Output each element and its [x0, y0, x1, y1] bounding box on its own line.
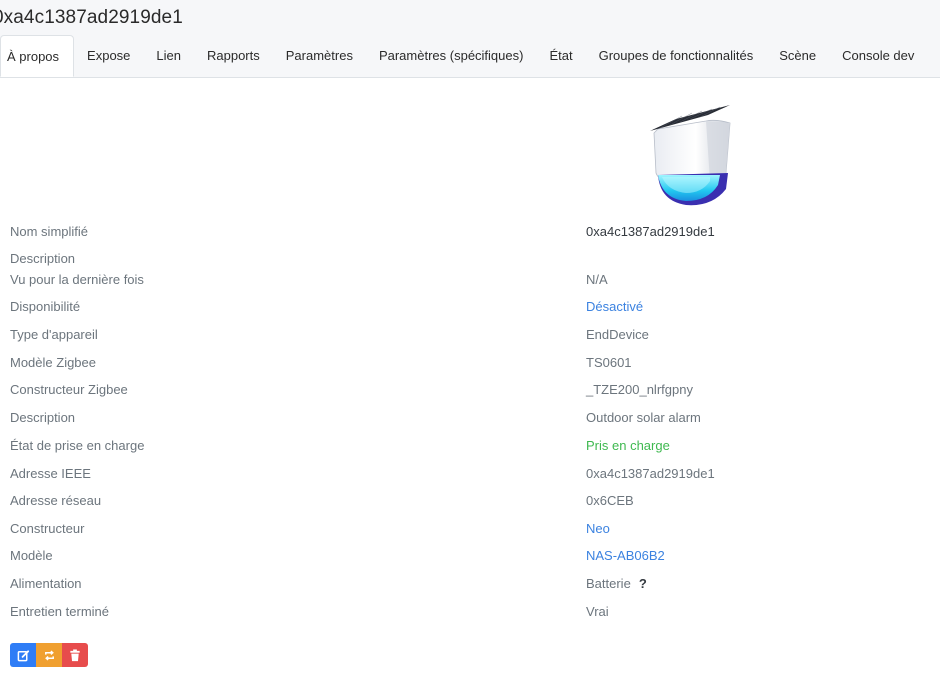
info-row-nom-simplifie: Nom simplifié 0xa4c1387ad2919de1 [0, 223, 940, 241]
power-source-value: Batterie? [586, 575, 647, 593]
info-value: Outdoor solar alarm [586, 410, 701, 425]
support-status-value: Pris en charge [586, 438, 670, 453]
info-row-type-appareil: Type d'appareil EndDevice [0, 326, 940, 344]
info-value: EndDevice [586, 327, 649, 342]
tab-a-propos[interactable]: À propos [0, 35, 75, 77]
help-icon[interactable]: ? [639, 576, 647, 591]
rename-button[interactable] [36, 643, 62, 667]
info-row-disponibilite: Disponibilité Désactivé [0, 298, 940, 316]
info-row-modele-zigbee: Modèle Zigbee TS0601 [0, 354, 940, 372]
tab-etat[interactable]: État [536, 35, 585, 76]
info-label: Description [10, 410, 76, 425]
tab-parametres[interactable]: Paramètres [273, 35, 366, 76]
info-label: État de prise en charge [10, 438, 145, 453]
info-label: Vu pour la dernière fois [10, 272, 144, 287]
info-label: Nom simplifié [10, 224, 89, 239]
info-row-constructeur: Constructeur Neo [0, 520, 940, 538]
tab-expose[interactable]: Expose [74, 35, 143, 76]
info-label: Constructeur [10, 521, 85, 536]
info-label: Adresse réseau [10, 493, 102, 508]
info-label: Alimentation [10, 576, 82, 591]
tab-groupes-de-fonctionnalites[interactable]: Groupes de fonctionnalités [586, 35, 767, 76]
delete-button[interactable] [62, 643, 88, 667]
vendor-link[interactable]: Neo [586, 520, 610, 538]
info-row-modele: Modèle NAS-AB06B2 [0, 547, 940, 565]
tab-scene[interactable]: Scène [766, 35, 829, 76]
info-row-entretien-termine: Entretien terminé Vrai [0, 603, 940, 621]
solar-alarm-siren-device-image [650, 105, 731, 206]
info-label: Modèle [10, 548, 53, 563]
edit-button[interactable] [10, 643, 36, 667]
power-source-text: Batterie [586, 576, 631, 591]
info-value: 0xa4c1387ad2919de1 [586, 224, 715, 239]
edit-icon [17, 649, 29, 661]
info-value: _TZE200_nlrfgpny [586, 382, 693, 397]
info-label: Entretien terminé [10, 604, 109, 619]
info-row-description: Description [0, 250, 940, 268]
page-header: 0xa4c1387ad2919de1 À propos Expose Lien … [0, 0, 940, 78]
info-row-adresse-ieee: Adresse IEEE 0xa4c1387ad2919de1 [0, 465, 940, 483]
info-label: Type d'appareil [10, 327, 98, 342]
info-label: Description [10, 251, 76, 266]
info-value: N/A [586, 272, 608, 287]
info-label: Constructeur Zigbee [10, 382, 128, 397]
model-link[interactable]: NAS-AB06B2 [586, 547, 665, 565]
info-label: Disponibilité [10, 299, 81, 314]
info-value: 0xa4c1387ad2919de1 [586, 466, 715, 481]
info-row-constructeur-zigbee: Constructeur Zigbee _TZE200_nlrfgpny [0, 381, 940, 399]
info-label: Adresse IEEE [10, 466, 91, 481]
info-value: Vrai [586, 604, 609, 619]
availability-link[interactable]: Désactivé [586, 298, 643, 316]
tab-console-dev[interactable]: Console dev [829, 35, 927, 76]
info-row-vu-derniere-fois: Vu pour la dernière fois N/A [0, 271, 940, 289]
device-actions [10, 643, 88, 667]
info-value: TS0601 [586, 355, 632, 370]
info-row-description-2: Description Outdoor solar alarm [0, 409, 940, 427]
tab-lien[interactable]: Lien [143, 35, 194, 76]
info-value: 0x6CEB [586, 493, 634, 508]
info-label: Modèle Zigbee [10, 355, 96, 370]
tab-bar: À propos Expose Lien Rapports Paramètres… [0, 35, 927, 77]
tab-rapports[interactable]: Rapports [194, 35, 273, 76]
info-row-adresse-reseau: Adresse réseau 0x6CEB [0, 492, 940, 510]
info-row-etat-prise-en-charge: État de prise en charge Pris en charge [0, 437, 940, 455]
info-row-alimentation: Alimentation Batterie? [0, 575, 940, 593]
trash-icon [70, 648, 80, 661]
tab-parametres-specifiques[interactable]: Paramètres (spécifiques) [366, 35, 537, 76]
device-title: 0xa4c1387ad2919de1 [0, 7, 183, 28]
refresh-icon [44, 649, 54, 661]
